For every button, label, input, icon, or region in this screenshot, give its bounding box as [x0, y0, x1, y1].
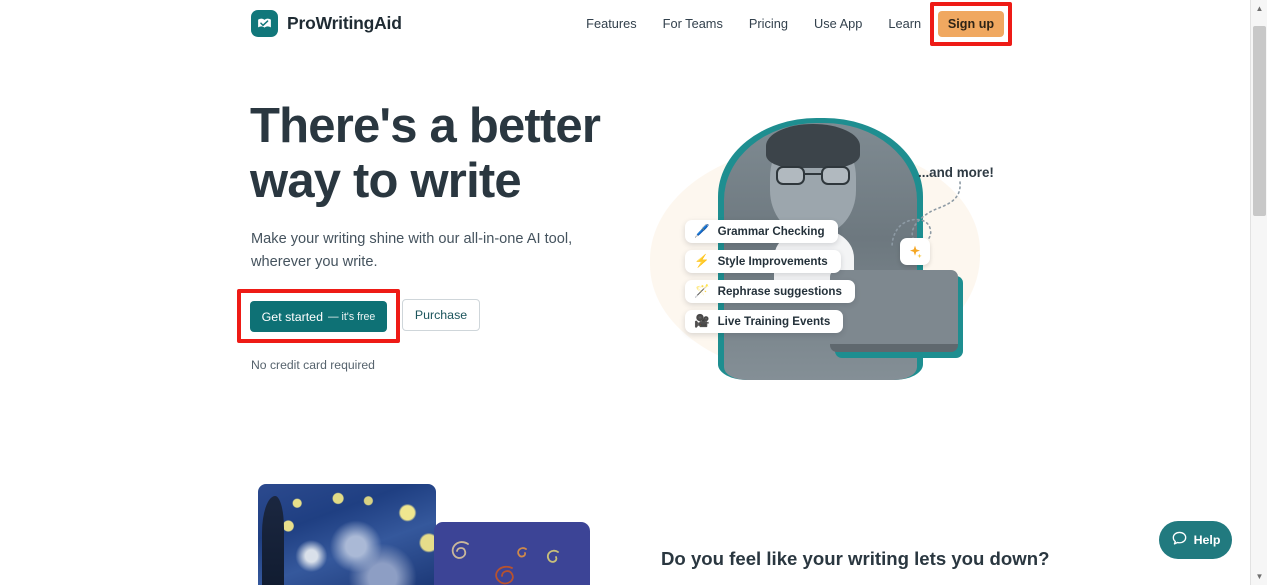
video-camera-icon: 🎥 [694, 314, 710, 329]
scroll-up-arrow-icon[interactable]: ▲ [1251, 0, 1267, 17]
glasses-icon [776, 166, 850, 185]
help-label: Help [1193, 533, 1221, 547]
get-started-button[interactable]: Get started — it's free [250, 301, 387, 332]
magic-wand-icon: 🪄 [694, 284, 710, 299]
scrollbar-thumb[interactable] [1253, 26, 1266, 216]
browser-page: ProWritingAid Features For Teams Pricing… [0, 0, 1267, 585]
feature-pill-label: Style Improvements [717, 255, 828, 268]
hero-illustration: ...and more! 🖊️ Grammar Checking ⚡ Style… [640, 100, 1000, 380]
section-heading: Do you feel like your writing lets you d… [661, 548, 1050, 569]
hero-title-line-1: There's a better [250, 99, 601, 153]
scrollbar[interactable]: ▲ ▼ [1250, 0, 1267, 585]
scroll-down-arrow-icon[interactable]: ▼ [1251, 568, 1267, 585]
page-title: There's a better way to write [250, 99, 650, 209]
nav-link-learn[interactable]: Learn [875, 14, 934, 34]
signup-button[interactable]: Sign up [938, 11, 1004, 37]
hero-subtitle: Make your writing shine with our all-in-… [251, 231, 573, 270]
nav-link-for-teams[interactable]: For Teams [650, 14, 736, 34]
feature-pill-label: Live Training Events [717, 315, 831, 328]
lightning-icon: ⚡ [694, 254, 710, 269]
pen-icon: 🖊️ [694, 224, 710, 239]
blue-doodle-card [434, 522, 590, 585]
nav-link-features[interactable]: Features [573, 14, 650, 34]
feature-pill-label: Rephrase suggestions [717, 285, 842, 298]
help-button[interactable]: Help [1159, 521, 1232, 559]
hero-title-line-2: way to write [250, 154, 522, 208]
get-started-free-suffix: — it's free [327, 310, 376, 323]
nav-link-use-app[interactable]: Use App [801, 14, 875, 34]
feature-pill-rephrase-suggestions: 🪄 Rephrase suggestions [685, 280, 855, 303]
no-credit-card-note: No credit card required [251, 358, 375, 372]
brand-logo[interactable]: ProWritingAid [251, 10, 402, 37]
feature-pill-live-training-events: 🎥 Live Training Events [685, 310, 844, 333]
feature-pill-grammar-checking: 🖊️ Grammar Checking [685, 220, 838, 243]
book-check-icon [251, 10, 278, 37]
site-header: ProWritingAid Features For Teams Pricing… [0, 0, 1250, 49]
swirl-doodles-icon [451, 541, 559, 585]
nav-link-pricing[interactable]: Pricing [736, 14, 801, 34]
get-started-label: Get started [261, 309, 323, 324]
person-hair [766, 124, 860, 168]
cypress-tree [262, 496, 284, 585]
feature-pill-style-improvements: ⚡ Style Improvements [685, 250, 841, 273]
purchase-button[interactable]: Purchase [402, 299, 480, 331]
feature-pill-label: Grammar Checking [717, 225, 825, 238]
brand-name: ProWritingAid [287, 13, 402, 33]
signup-button-region: Sign up [930, 2, 1012, 46]
feature-pill-list: 🖊️ Grammar Checking ⚡ Style Improvements… [685, 220, 855, 333]
primary-cta-region: Get started — it's free [237, 289, 400, 343]
starry-night-painting [258, 484, 436, 585]
sparkles-icon [900, 238, 930, 265]
chat-bubble-icon [1171, 530, 1188, 550]
